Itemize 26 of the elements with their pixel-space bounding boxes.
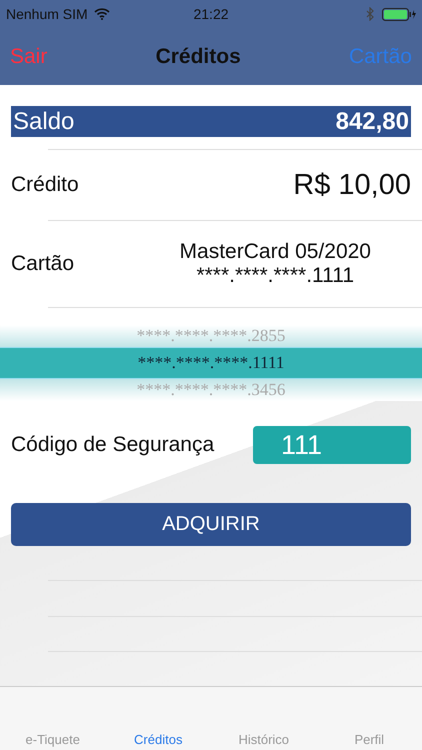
clock-time: 21:22	[193, 6, 229, 22]
screen-title: Créditos	[156, 44, 241, 68]
tab[interactable]: Créditos	[106, 732, 211, 747]
wifi-icon	[94, 8, 110, 20]
security-code-field[interactable]: 111	[253, 426, 411, 464]
exit-button[interactable]: Sair	[10, 44, 48, 68]
tab[interactable]: Perfil	[316, 732, 422, 747]
card-number: ****.****.****.1111	[196, 264, 354, 288]
card-name: MasterCard 05/2020	[180, 240, 371, 264]
balance-label: Saldo	[13, 108, 74, 136]
tab[interactable]: e-Tiquete	[0, 732, 106, 747]
credit-label: Crédito	[11, 173, 79, 197]
credit-value: R$ 10,00	[293, 168, 411, 202]
tab[interactable]: Histórico	[211, 732, 316, 747]
security-code-label: Código de Segurança	[11, 433, 214, 457]
card-label: Cartão	[11, 252, 74, 276]
card-picker[interactable]: ****.****.****.2855 ****.****.****.1111 ****.****.****.3456	[0, 325, 422, 401]
carrier-label: Nenhum SIM	[6, 6, 88, 22]
balance-value: 842,80	[336, 108, 409, 136]
battery-icon	[382, 8, 416, 20]
picker-option[interactable]: ****.****.****.3456	[0, 379, 422, 401]
picker-option[interactable]: ****.****.****.2855	[0, 325, 422, 347]
purchase-button[interactable]: ADQUIRIR	[11, 503, 411, 546]
card-button[interactable]: Cartão	[348, 44, 412, 68]
picker-option[interactable]: ****.****.****.1111	[0, 347, 422, 379]
bluetooth-icon	[366, 7, 374, 21]
